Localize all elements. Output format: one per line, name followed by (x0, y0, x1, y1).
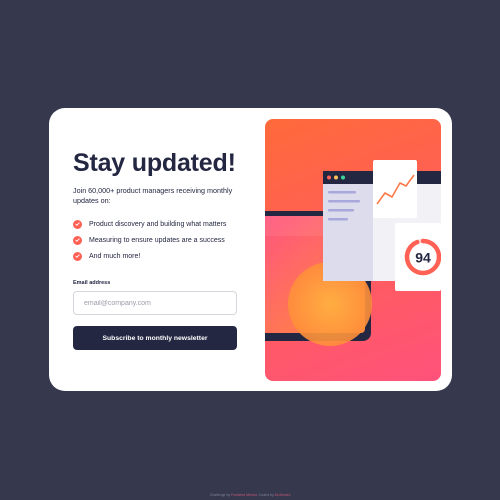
list-item-label: And much more! (89, 252, 141, 260)
intro-text: Join 60,000+ product managers receiving … (73, 186, 233, 205)
attribution-prefix: Challenge by (209, 493, 232, 497)
check-icon (73, 251, 82, 261)
dashboard-illustration: 94 (265, 160, 441, 346)
hero-illustration: 94 (265, 119, 441, 381)
trend-chart-card (373, 160, 417, 218)
window-close-dot (327, 175, 331, 180)
list-item: Measuring to ensure updates are a succes… (73, 232, 239, 248)
challenge-link[interactable]: Frontend Mentor (231, 493, 257, 497)
newsletter-card: Stay updated! Join 60,000+ product manag… (49, 108, 452, 391)
score-value: 94 (415, 250, 431, 266)
list-item: Product discovery and building what matt… (73, 216, 239, 232)
list-item-label: Measuring to ensure updates are a succes… (89, 236, 225, 244)
email-label: Email address (73, 280, 111, 286)
subscribe-button[interactable]: Subscribe to monthly newsletter (73, 326, 237, 350)
page-title: Stay updated! (73, 149, 236, 177)
score-gauge-card: 94 (395, 223, 441, 291)
attribution-footer: Challenge by Frontend Mentor. Coded by A… (0, 493, 500, 497)
check-icon (73, 219, 82, 229)
window-expand-dot (341, 175, 345, 180)
window-minimize-dot (334, 175, 338, 180)
author-link[interactable]: Ali Ahmed (275, 493, 291, 497)
list-item-label: Product discovery and building what matt… (89, 220, 227, 228)
feature-list: Product discovery and building what matt… (73, 216, 239, 264)
signup-content: Stay updated! Join 60,000+ product manag… (73, 148, 239, 350)
list-item: And much more! (73, 248, 239, 264)
email-input[interactable] (73, 291, 237, 315)
attribution-middle: . Coded by (256, 493, 275, 497)
check-icon (73, 235, 82, 245)
